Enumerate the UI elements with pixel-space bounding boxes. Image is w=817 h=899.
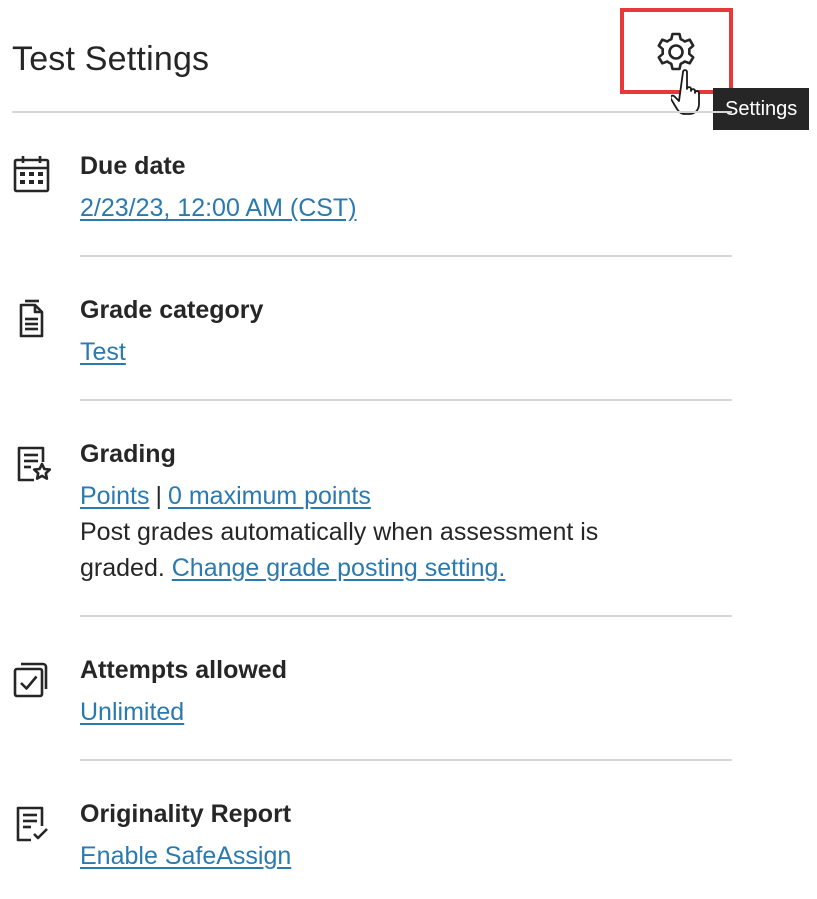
page-title: Test Settings [12,40,210,78]
originality-report-label: Originality Report [80,800,292,828]
due-date-link[interactable]: 2/23/23, 12:00 AM (CST) [80,194,357,222]
grade-category-link[interactable]: Test [80,338,126,366]
grade-posting-description: Post grades automatically when assessmen… [80,518,599,546]
settings-tooltip: Settings [713,88,810,130]
divider [80,255,732,257]
calendar-icon [13,156,50,193]
grade-posting-line-2: graded. Change grade posting setting. [80,550,505,586]
settings-button[interactable] [652,30,700,78]
grading-label: Grading [80,440,176,468]
separator: | [155,482,162,510]
gear-icon [657,32,695,71]
attempts-allowed-link[interactable]: Unlimited [80,698,184,726]
divider [80,399,732,401]
maximum-points-link[interactable]: 0 maximum points [168,482,371,510]
grade-posting-prefix: graded. [80,554,165,582]
header-divider [12,111,732,113]
change-grade-posting-link[interactable]: Change grade posting setting. [172,554,506,582]
attempts-allowed-label: Attempts allowed [80,656,287,684]
divider [80,759,732,761]
grading-values: Points | 0 maximum points [80,478,371,514]
attempts-check-icon [13,662,48,698]
grading-star-icon [17,446,52,482]
divider [80,615,732,617]
grade-category-label: Grade category [80,296,264,324]
enable-safeassign-link[interactable]: Enable SafeAssign [80,842,291,870]
test-settings-panel: Test Settings Settings Due date 2/23/23,… [0,0,817,899]
document-icon [19,299,44,338]
originality-check-icon [16,806,48,842]
points-link[interactable]: Points [80,482,149,510]
due-date-label: Due date [80,152,186,180]
